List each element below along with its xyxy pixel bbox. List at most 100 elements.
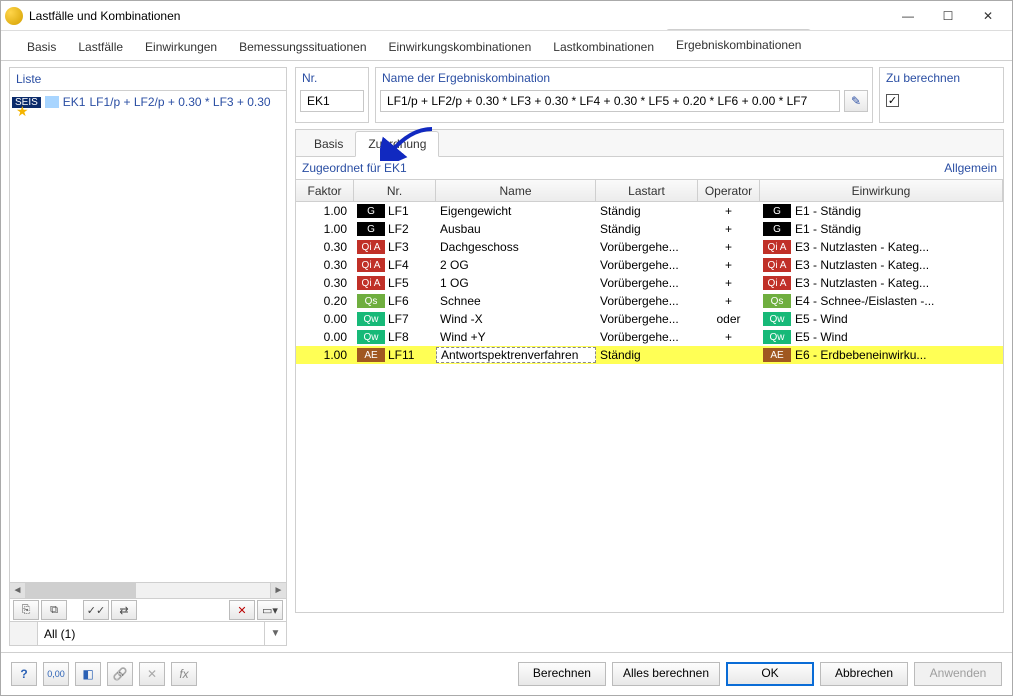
cell-faktor: 0.30 <box>296 276 354 290</box>
calc-checkbox[interactable]: ✓ <box>886 94 899 107</box>
cell-nr: QwLF7 <box>354 312 436 326</box>
nr-value: EK1 <box>307 94 330 108</box>
cell-operator: + <box>698 258 760 272</box>
list-item[interactable]: SEIS EK1 LF1/p + LF2/p + 0.30 * LF3 + 0.… <box>12 93 284 111</box>
tab-einwirkungen[interactable]: Einwirkungen <box>143 34 219 60</box>
window-title: Lastfälle und Kombinationen <box>29 9 888 23</box>
col-einwirkung[interactable]: Einwirkung <box>760 180 1003 201</box>
toggle-button[interactable]: ⇄ <box>111 600 137 620</box>
link-button[interactable]: 🔗 <box>107 662 133 686</box>
cell-name: 2 OG <box>436 258 596 272</box>
new-item-star-icon: ★ <box>16 103 29 119</box>
cell-operator: + <box>698 204 760 218</box>
unlink-button[interactable]: ✕ <box>139 662 165 686</box>
subtab-basis[interactable]: Basis <box>302 132 355 156</box>
cell-name: Ausbau <box>436 222 596 236</box>
cell-lastart: Vorübergehe... <box>596 258 698 272</box>
filter-handle[interactable] <box>10 622 38 645</box>
table-row[interactable]: 0.00QwLF8Wind +YVorübergehe...+QwE5 - Wi… <box>296 328 1003 346</box>
copy-button[interactable]: ⧉ <box>41 600 67 620</box>
action-tag-icon: G <box>763 204 791 218</box>
cell-nr: Qi ALF3 <box>354 240 436 254</box>
calc-title: Zu berechnen <box>880 68 1003 88</box>
cell-lastart: Ständig <box>596 204 698 218</box>
nr-field[interactable]: EK1 <box>300 90 364 112</box>
assignment-panel: Zugeordnet für EK1 Allgemein Faktor Nr. … <box>295 157 1004 613</box>
assign-general-link[interactable]: Allgemein <box>944 161 997 175</box>
name-field[interactable]: LF1/p + LF2/p + 0.30 * LF3 + 0.30 * LF4 … <box>380 90 840 112</box>
cell-faktor: 1.00 <box>296 204 354 218</box>
close-button[interactable]: ✕ <box>968 2 1008 30</box>
cell-nr: GLF1 <box>354 204 436 218</box>
edit-name-button[interactable]: ✎ <box>844 90 868 112</box>
apply-button[interactable]: Anwenden <box>914 662 1002 686</box>
tab-ergebniskombinationen[interactable]: Ergebniskombinationen <box>674 32 803 60</box>
tab-lastfälle[interactable]: Lastfälle <box>76 34 125 60</box>
col-faktor[interactable]: Faktor <box>296 180 354 201</box>
col-nr[interactable]: Nr. <box>354 180 436 201</box>
calc-button[interactable]: Berechnen <box>518 662 606 686</box>
cancel-button[interactable]: Abbrechen <box>820 662 908 686</box>
table-row[interactable]: 0.20QsLF6SchneeVorübergehe...+QsE4 - Sch… <box>296 292 1003 310</box>
filter-text: All (1) <box>38 627 264 641</box>
cell-name: Eigengewicht <box>436 204 596 218</box>
help-icon: ? <box>20 667 27 681</box>
table-row[interactable]: 1.00GLF1EigengewichtStändig+GE1 - Ständi… <box>296 202 1003 220</box>
help-button[interactable]: ? <box>11 662 37 686</box>
scroll-right-icon[interactable]: ► <box>270 583 286 598</box>
precision-icon: 0,00 <box>47 669 65 679</box>
cell-faktor: 0.00 <box>296 312 354 326</box>
scroll-thumb[interactable] <box>26 583 136 598</box>
filter-row[interactable]: All (1) ▼ <box>10 621 286 645</box>
loadcase-tag-icon: G <box>357 204 385 218</box>
tab-bemessungssituationen[interactable]: Bemessungssituationen <box>237 34 368 60</box>
ok-button[interactable]: OK <box>726 662 814 686</box>
cell-einwirkung: QwE5 - Wind <box>760 312 1003 326</box>
action-tag-icon: AE <box>763 348 791 362</box>
cell-faktor: 0.30 <box>296 240 354 254</box>
sub-tabs: BasisZuordnung <box>295 129 1004 157</box>
table-row[interactable]: 1.00GLF2AusbauStändig+GE1 - Ständig <box>296 220 1003 238</box>
col-name[interactable]: Name <box>436 180 596 201</box>
list-scrollbar[interactable]: ◄ ► <box>10 582 286 598</box>
body: Liste SEIS EK1 LF1/p + LF2/p + 0.30 * LF… <box>1 61 1012 652</box>
columns-button[interactable]: ▭▾ <box>257 600 283 620</box>
precision-button[interactable]: 0,00 <box>43 662 69 686</box>
fx-button[interactable]: fx <box>171 662 197 686</box>
grid-body[interactable]: 1.00GLF1EigengewichtStändig+GE1 - Ständi… <box>296 202 1003 612</box>
cell-nr: Qi ALF5 <box>354 276 436 290</box>
cell-einwirkung: GE1 - Ständig <box>760 204 1003 218</box>
name-box: Name der Ergebniskombination LF1/p + LF2… <box>375 67 873 123</box>
cell-einwirkung: QwE5 - Wind <box>760 330 1003 344</box>
col-lastart[interactable]: Lastart <box>596 180 698 201</box>
table-row[interactable]: 0.00QwLF7Wind -XVorübergehe...oderQwE5 -… <box>296 310 1003 328</box>
cell-lastart: Ständig <box>596 348 698 362</box>
cell-nr: QsLF6 <box>354 294 436 308</box>
unlink-icon: ✕ <box>147 667 157 681</box>
check-button[interactable]: ✓✓ <box>83 600 109 620</box>
cell-name: Dachgeschoss <box>436 240 596 254</box>
col-operator[interactable]: Operator <box>698 180 760 201</box>
tab-lastkombinationen[interactable]: Lastkombinationen <box>551 34 656 60</box>
filter-dropdown-icon[interactable]: ▼ <box>264 622 286 645</box>
action-tag-icon: Qw <box>763 330 791 344</box>
calc-all-button[interactable]: Alles berechnen <box>612 662 720 686</box>
tab-basis[interactable]: Basis <box>25 34 58 60</box>
calc-box: Zu berechnen ✓ <box>879 67 1004 123</box>
maximize-button[interactable]: ☐ <box>928 2 968 30</box>
minimize-button[interactable]: — <box>888 2 928 30</box>
new-button[interactable]: ⎘ <box>13 600 39 620</box>
list-box[interactable]: SEIS EK1 LF1/p + LF2/p + 0.30 * LF3 + 0.… <box>10 91 286 582</box>
loadcase-tag-icon: Qs <box>357 294 385 308</box>
scroll-left-icon[interactable]: ◄ <box>10 583 26 598</box>
delete-button[interactable]: ✕ <box>229 600 255 620</box>
units-button[interactable]: ◧ <box>75 662 101 686</box>
cell-lastart: Vorübergehe... <box>596 294 698 308</box>
grid-header: Faktor Nr. Name Lastart Operator Einwirk… <box>296 180 1003 202</box>
table-row[interactable]: 0.30Qi ALF42 OGVorübergehe...+Qi AE3 - N… <box>296 256 1003 274</box>
table-row[interactable]: 0.30Qi ALF51 OGVorübergehe...+Qi AE3 - N… <box>296 274 1003 292</box>
tab-einwirkungskombinationen[interactable]: Einwirkungskombinationen <box>387 34 534 60</box>
table-row[interactable]: 0.30Qi ALF3DachgeschossVorübergehe...+Qi… <box>296 238 1003 256</box>
table-row[interactable]: 1.00AELF11AntwortspektrenverfahrenStändi… <box>296 346 1003 364</box>
action-tag-icon: Qi A <box>763 258 791 272</box>
